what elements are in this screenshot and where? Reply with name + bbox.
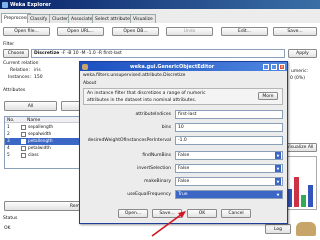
status-section-label: Status (3, 216, 18, 221)
row-name: petallength (28, 139, 53, 144)
about-text-line-2: attributes in the dataset into nominal a… (87, 98, 197, 103)
about-label: About (83, 81, 97, 86)
make-binary-select[interactable]: False (175, 177, 283, 186)
row-checkbox[interactable] (21, 132, 26, 137)
dialog-title-bar[interactable]: weka.gui.GenericObjectEditor ✕ (80, 62, 287, 71)
find-num-bins-select[interactable]: False (175, 151, 283, 160)
minimize-icon[interactable] (263, 63, 269, 70)
about-panel: An instance filter that discretizes a ra… (83, 88, 283, 105)
row-name: petalwidth (28, 146, 51, 151)
relation-value: iris (34, 68, 41, 73)
save-button[interactable]: Save... (273, 27, 317, 36)
row-name: sepallength (28, 125, 54, 130)
desired-weight-field[interactable]: -1.0 (175, 136, 283, 145)
filter-name: Discretize (34, 51, 60, 56)
bins-field[interactable]: 10 (175, 123, 283, 132)
open-file-button[interactable]: Open file... (3, 27, 50, 36)
histogram-bar (308, 185, 313, 207)
row-number: 2 (7, 132, 10, 137)
dialog-ok-button[interactable]: OK (187, 209, 217, 218)
property-row: invertSelection False (83, 164, 283, 173)
current-relation-label: Current relation (3, 61, 39, 66)
filter-section-label: Filter (3, 42, 15, 47)
dialog-class-name: weka.filters.unsupervised.attribute.Disc… (83, 73, 186, 78)
window-title-bar[interactable]: Weka Explorer (0, 0, 320, 9)
window-title: Weka Explorer (10, 1, 51, 8)
row-number: 4 (7, 146, 10, 151)
tab-select-attributes[interactable]: Select attributes (92, 14, 136, 23)
property-label: makeBinary (144, 179, 171, 184)
find-num-bins-value: False (178, 153, 190, 158)
column-header-no: No. (7, 117, 15, 123)
property-label: desiredWeightOfInstancesPerInterval (87, 138, 171, 143)
property-row: useEqualFrequency True (83, 190, 283, 199)
filter-field[interactable]: Discretize -F -B 10 -M -1.0 -R first-las… (31, 49, 285, 58)
property-label: useEqualFrequency (127, 192, 171, 197)
tab-visualize[interactable]: Visualize (130, 14, 156, 23)
property-row: makeBinary False (83, 177, 283, 186)
invert-selection-value: False (178, 166, 190, 171)
dialog-cancel-button[interactable]: Cancel (221, 209, 251, 218)
row-number: 3 (7, 139, 10, 144)
row-checkbox[interactable] (21, 146, 26, 151)
tab-classify[interactable]: Classify (27, 14, 51, 23)
property-label: findNumBins (142, 153, 171, 158)
dialog-open-button[interactable]: Open... (118, 209, 148, 218)
about-text-line-1: An instance filter that discretizes a ra… (87, 91, 206, 96)
use-equal-frequency-select[interactable]: True (175, 190, 283, 199)
status-text: OK (4, 226, 11, 231)
instances-value: 150 (34, 75, 43, 80)
property-label: attributeIndices (135, 112, 171, 117)
property-row: attributeIndices first-last (83, 110, 283, 119)
property-row: bins 10 (83, 123, 283, 132)
selected-attribute-missing-label: umeric: (291, 69, 309, 74)
row-number: 5 (7, 153, 10, 158)
maximize-icon[interactable] (271, 63, 277, 70)
open-url-button[interactable]: Open URL... (57, 27, 104, 36)
property-label: bins (161, 125, 171, 130)
undo-button[interactable]: Undo (166, 27, 213, 36)
edit-button[interactable]: Edit... (221, 27, 268, 36)
open-db-button[interactable]: Open DB... (112, 27, 159, 36)
instances-label: Instances: (8, 75, 32, 80)
properties-panel: attributeIndices first-last bins 10 desi… (83, 108, 283, 210)
row-name: class (28, 153, 39, 158)
attributes-all-button[interactable]: All (4, 101, 57, 111)
invert-selection-select[interactable]: False (175, 164, 283, 173)
histogram-bar (301, 195, 306, 207)
property-row: findNumBins False (83, 151, 283, 160)
visualize-all-button[interactable]: Visualize All (283, 143, 317, 152)
filter-apply-button[interactable]: Apply (288, 49, 317, 58)
log-button[interactable]: Log (265, 224, 291, 234)
relation-label: Relation: (10, 68, 30, 73)
property-row: desiredWeightOfInstancesPerInterval -1.0 (83, 136, 283, 145)
histogram-panel (283, 156, 317, 210)
use-equal-frequency-value: True (178, 192, 188, 197)
dialog-title: weka.gui.GenericObjectEditor (130, 63, 215, 70)
property-label: invertSelection (137, 166, 171, 171)
row-checkbox[interactable] (21, 153, 26, 158)
close-icon[interactable]: ✕ (279, 63, 285, 70)
column-header-name: Name (27, 117, 41, 123)
filter-choose-button[interactable]: Choose (3, 49, 29, 58)
row-checkbox[interactable] (21, 139, 26, 144)
generic-object-editor-dialog[interactable]: weka.gui.GenericObjectEditor ✕ weka.filt… (79, 61, 288, 224)
attribute-indices-field[interactable]: first-last (175, 110, 283, 119)
attributes-section-label: Attributes (3, 88, 26, 93)
histogram-bar (294, 177, 299, 207)
selected-attribute-missing-value: 0 (0%) (290, 76, 305, 81)
make-binary-value: False (178, 179, 190, 184)
row-checkbox[interactable] (21, 125, 26, 130)
more-button[interactable]: More (258, 92, 278, 100)
weka-bird-icon (296, 222, 316, 236)
row-name: sepalwidth (28, 132, 52, 137)
filter-options: -F -B 10 -M -1.0 -R first-last (61, 51, 122, 56)
app-icon (2, 1, 8, 8)
dialog-save-button[interactable]: Save... (152, 209, 182, 218)
row-number: 1 (7, 125, 10, 130)
dialog-app-icon (82, 63, 88, 70)
